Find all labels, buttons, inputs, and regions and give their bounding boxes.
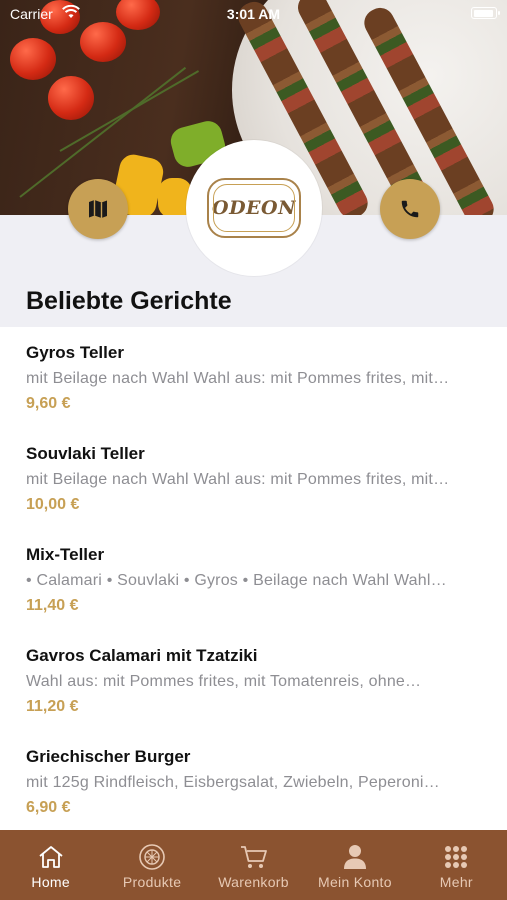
logo-frame: ODEON <box>207 178 301 238</box>
section-title: Beliebte Gerichte <box>26 287 232 315</box>
item-price: 11,20 € <box>26 698 79 715</box>
tab-label: Home <box>31 874 70 890</box>
item-name: Gavros Calamari mit Tzatziki <box>26 646 258 665</box>
tab-label: Warenkorb <box>218 874 289 890</box>
map-icon <box>89 200 107 218</box>
item-name: Gyros Teller <box>26 343 124 362</box>
grid-icon <box>441 842 471 872</box>
list-item[interactable]: Gyros Teller mit Beilage nach Wahl Wahl … <box>0 327 507 428</box>
list-item[interactable]: Souvlaki Teller mit Beilage nach Wahl Wa… <box>0 428 507 529</box>
item-price: 10,00 € <box>26 496 80 513</box>
item-description: mit 125g Rindfleisch, Eisbergsalat, Zwie… <box>26 774 440 791</box>
status-time: 3:01 AM <box>226 6 281 22</box>
tab-produkte[interactable]: Produkte <box>101 830 202 900</box>
home-icon <box>36 842 66 872</box>
call-button[interactable] <box>380 179 440 239</box>
status-bar: Carrier 3:01 AM <box>0 0 507 28</box>
hero-tomato <box>10 38 56 80</box>
tab-label: Produkte <box>122 874 182 890</box>
restaurant-logo: ODEON <box>186 140 322 276</box>
tab-home[interactable]: Home <box>0 830 101 900</box>
tab-warenkorb[interactable]: Warenkorb <box>203 830 304 900</box>
tab-label: Mein Konto <box>318 874 392 890</box>
item-description: • Calamari • Souvlaki • Gyros • Beilage … <box>26 572 447 589</box>
battery-icon <box>471 7 500 19</box>
item-name: Griechischer Burger <box>26 747 191 766</box>
logo-text: ODEON <box>212 197 296 219</box>
cart-icon <box>239 842 269 872</box>
item-price: 9,60 € <box>26 395 71 412</box>
map-button[interactable] <box>68 179 128 239</box>
hero-tomato <box>80 22 126 62</box>
item-description: mit Beilage nach Wahl Wahl aus: mit Pomm… <box>26 471 450 488</box>
popular-dishes-list: Gyros Teller mit Beilage nach Wahl Wahl … <box>0 327 507 832</box>
item-description: Wahl aus: mit Pommes frites, mit Tomaten… <box>26 673 422 690</box>
tab-mein-konto[interactable]: Mein Konto <box>304 830 405 900</box>
list-item[interactable]: Griechischer Burger mit 125g Rindfleisch… <box>0 731 507 832</box>
tab-mehr[interactable]: Mehr <box>406 830 507 900</box>
list-item[interactable]: Gavros Calamari mit Tzatziki Wahl aus: m… <box>0 630 507 731</box>
item-price: 11,40 € <box>26 597 79 614</box>
hero-tomato <box>48 76 94 120</box>
item-name: Mix-Teller <box>26 545 105 564</box>
item-description: mit Beilage nach Wahl Wahl aus: mit Pomm… <box>26 370 450 387</box>
item-price: 6,90 € <box>26 799 71 816</box>
list-item[interactable]: Mix-Teller • Calamari • Souvlaki • Gyros… <box>0 529 507 630</box>
item-name: Souvlaki Teller <box>26 444 145 463</box>
person-icon <box>340 842 370 872</box>
tab-label: Mehr <box>439 874 473 890</box>
tab-bar: Home Produkte Warenkorb Mein Konto Mehr <box>0 830 507 900</box>
plate-icon <box>137 842 167 872</box>
phone-icon <box>401 200 419 218</box>
